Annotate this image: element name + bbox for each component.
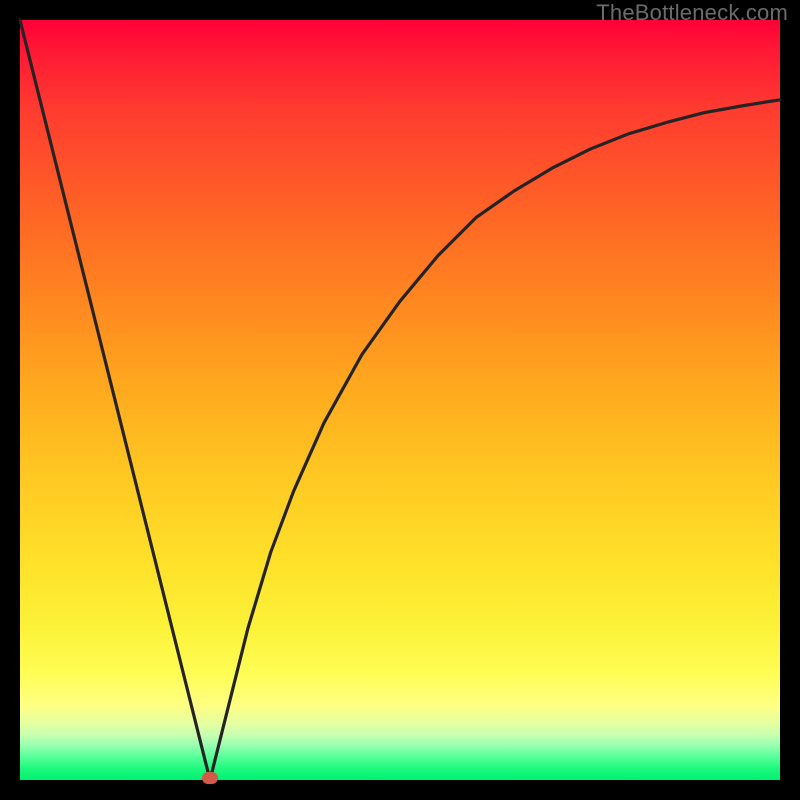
plot-area: [20, 20, 780, 780]
minimum-marker: [202, 772, 218, 784]
bottleneck-curve: [20, 20, 780, 780]
chart-frame: TheBottleneck.com: [0, 0, 800, 800]
watermark-label: TheBottleneck.com: [596, 0, 788, 26]
chart-svg: [20, 20, 780, 780]
